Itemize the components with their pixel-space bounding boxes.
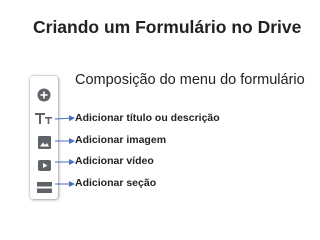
callout-arrows	[54, 115, 75, 187]
arrow-add-title	[54, 115, 75, 122]
